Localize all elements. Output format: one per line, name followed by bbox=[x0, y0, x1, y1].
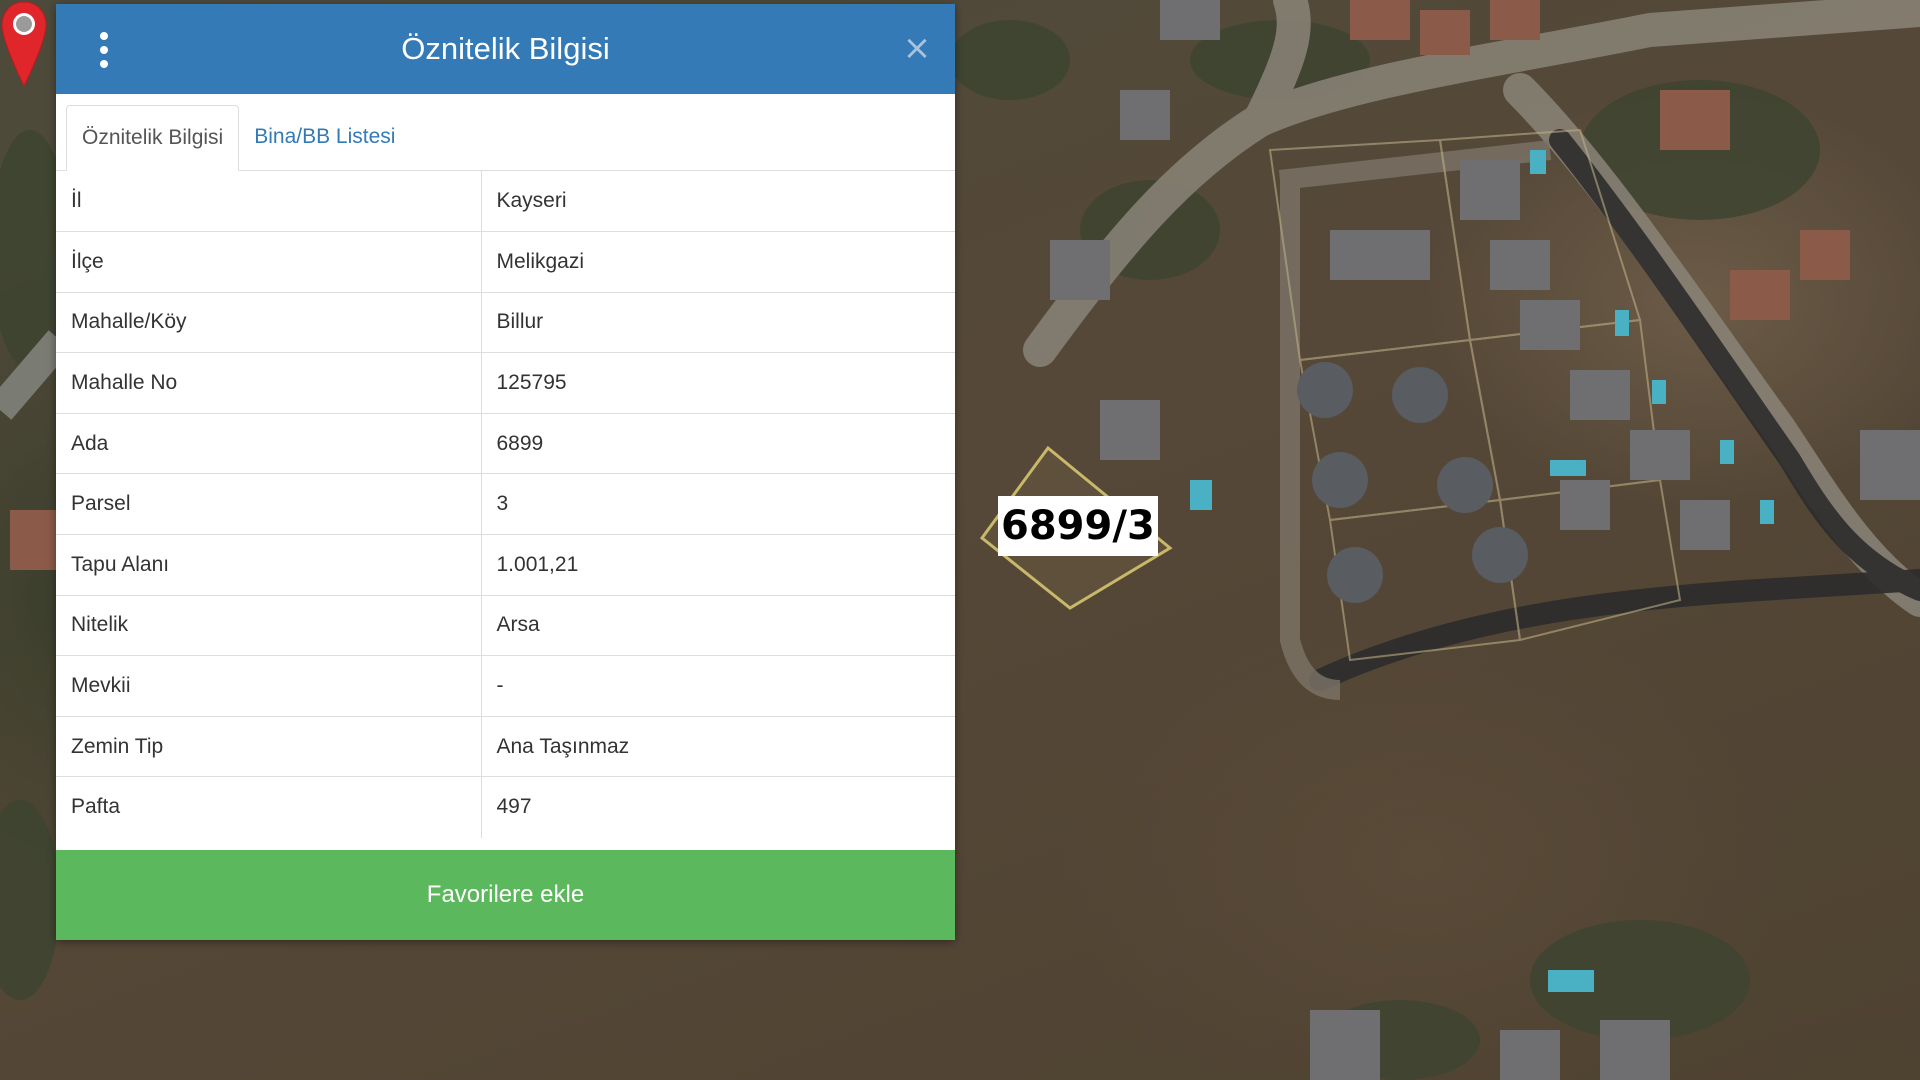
row-key: Parsel bbox=[56, 473, 482, 535]
row-value: 125795 bbox=[481, 352, 955, 414]
row-value: - bbox=[481, 655, 955, 717]
table-row: Nitelik Arsa bbox=[56, 594, 955, 656]
row-value: Melikgazi bbox=[481, 231, 955, 293]
row-key: Pafta bbox=[56, 776, 482, 838]
tab-attribute-info[interactable]: Öznitelik Bilgisi bbox=[66, 105, 240, 171]
table-row: Pafta 497 bbox=[56, 776, 955, 838]
table-row: Mahalle No 125795 bbox=[56, 352, 955, 414]
add-to-favorites-button[interactable]: Favorilere ekle bbox=[56, 850, 955, 940]
row-key: Ada bbox=[56, 412, 482, 474]
table-row: Tapu Alanı 1.001,21 bbox=[56, 534, 955, 596]
row-key: İlçe bbox=[56, 231, 482, 293]
row-key: Nitelik bbox=[56, 594, 482, 656]
table-row: İl Kayseri bbox=[56, 171, 955, 232]
row-key: Mevkii bbox=[56, 655, 482, 717]
table-row: Parsel 3 bbox=[56, 473, 955, 535]
table-row: İlçe Melikgazi bbox=[56, 231, 955, 293]
attribute-table: İl Kayseri İlçe Melikgazi Mahalle/Köy Billu… bbox=[56, 171, 955, 838]
panel-header: Öznitelik Bilgisi × bbox=[56, 4, 955, 94]
table-row: Zemin Tip Ana Taşınmaz bbox=[56, 715, 955, 777]
row-value: Kayseri bbox=[496, 189, 567, 213]
row-key: Mahalle/Köy bbox=[56, 291, 482, 353]
row-value: 6899 bbox=[481, 412, 955, 474]
table-row: Mevkii - bbox=[56, 655, 955, 717]
attribute-panel: Öznitelik Bilgisi × Öznitelik Bilgisi Bi… bbox=[56, 4, 955, 940]
table-row: Ada 6899 bbox=[56, 412, 955, 474]
map-pin-icon[interactable] bbox=[0, 0, 48, 88]
row-value: 497 bbox=[481, 776, 955, 838]
kebab-menu-icon[interactable] bbox=[92, 32, 116, 68]
row-value: Ana Taşınmaz bbox=[481, 715, 955, 777]
row-value: Billur bbox=[481, 291, 955, 353]
row-key: Mahalle No bbox=[56, 352, 482, 414]
row-key: Zemin Tip bbox=[56, 715, 482, 777]
row-key: İl bbox=[56, 171, 482, 232]
panel-title: Öznitelik Bilgisi bbox=[401, 31, 610, 66]
row-key: Tapu Alanı bbox=[56, 534, 482, 596]
row-value: 3 bbox=[481, 473, 955, 535]
tab-bar: Öznitelik Bilgisi Bina/BB Listesi bbox=[56, 94, 955, 171]
parcel-label: 6899/3 bbox=[998, 496, 1158, 556]
close-icon[interactable]: × bbox=[899, 28, 935, 68]
table-row: Mahalle/Köy Billur bbox=[56, 291, 955, 353]
row-value: 1.001,21 bbox=[481, 534, 955, 596]
row-value: Arsa bbox=[481, 594, 955, 656]
tab-building-list[interactable]: Bina/BB Listesi bbox=[239, 104, 410, 170]
